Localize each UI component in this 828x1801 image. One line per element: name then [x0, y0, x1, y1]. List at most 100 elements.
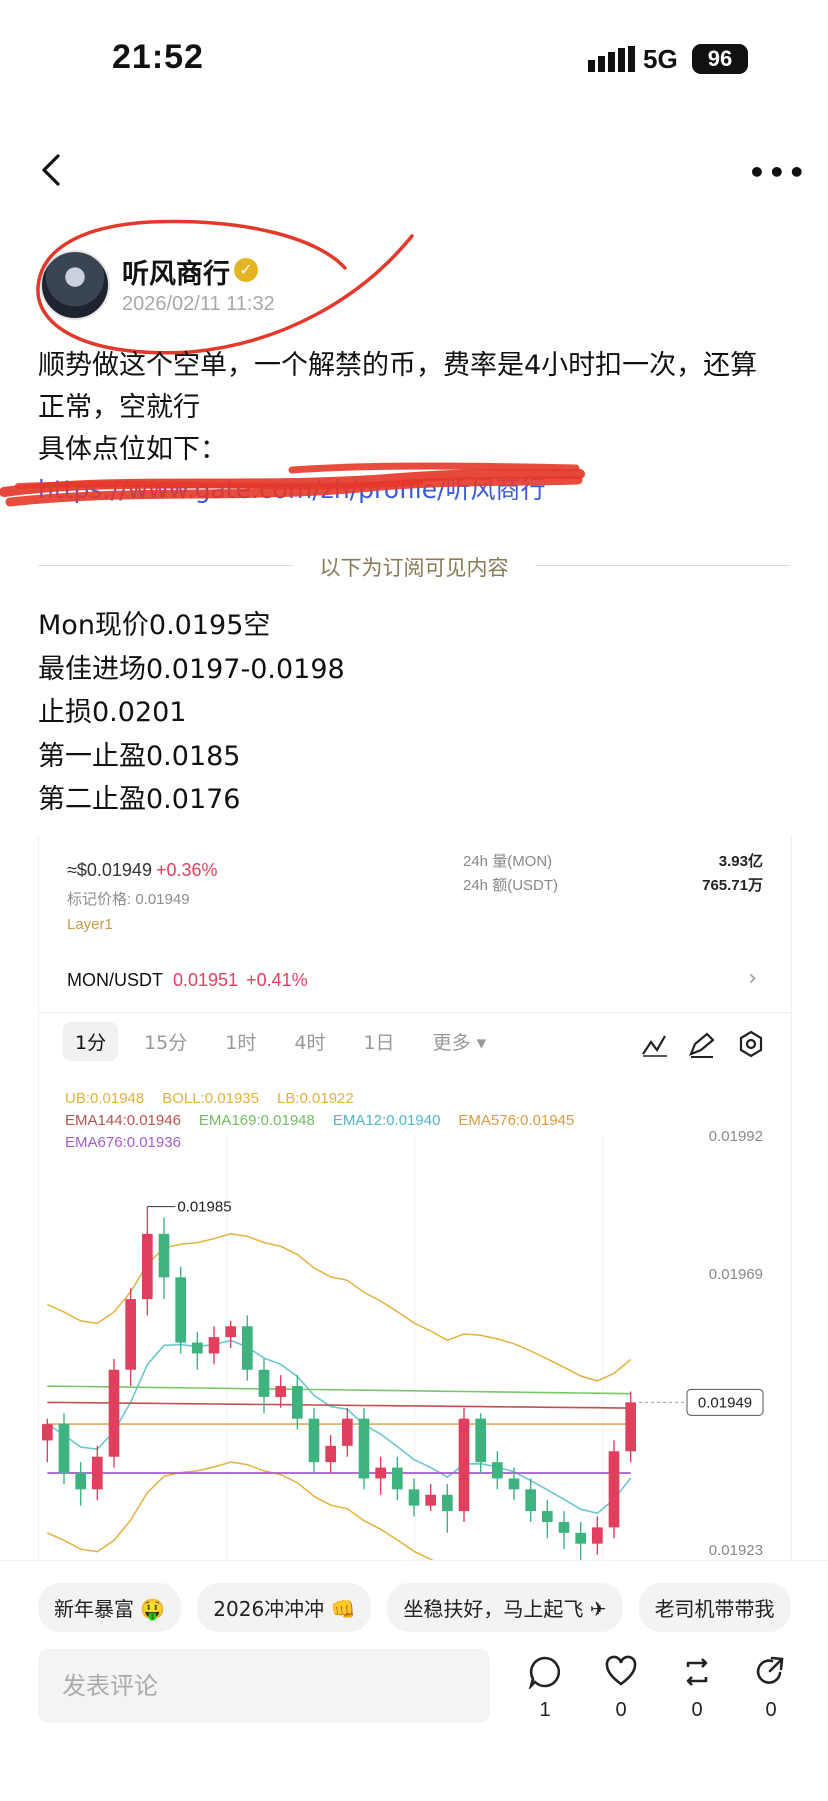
indicator-row: UB:0.01948 BOLL:0.01935 LB:0.01922 — [65, 1090, 372, 1107]
pair-change: +0.41% — [246, 970, 308, 990]
plan-line: 第一止盈0.0185 — [38, 740, 241, 772]
body-line: 正常，空就行 — [38, 392, 200, 423]
network-type: 5G — [643, 44, 678, 74]
plan-line: 第二止盈0.0176 — [38, 784, 241, 815]
indicator-value: EMA576:0.01945 — [458, 1112, 575, 1129]
chart-tools — [642, 1030, 763, 1058]
candle-body — [542, 1511, 553, 1522]
post-body: 顺势做这个空单，一个解禁的币，费率是4小时扣一次，还算 正常，空就行 具体点位如… — [38, 345, 798, 471]
candle-body — [575, 1532, 586, 1544]
author-name[interactable]: 听风商行 — [122, 252, 230, 291]
mark-price: 标记价格: 0.01949 — [67, 891, 190, 908]
candle-body — [358, 1418, 370, 1479]
tab-timeframe[interactable]: 1时 — [213, 1022, 268, 1061]
tab-timeframe[interactable]: 1分 — [63, 1022, 119, 1061]
quick-reply-chip[interactable]: 坐稳扶好，马上起飞 ✈ — [387, 1583, 623, 1632]
more-options-icon[interactable]: ••• — [748, 156, 806, 189]
candle-body — [92, 1456, 103, 1490]
comment-button[interactable]: 1 — [520, 1655, 570, 1722]
candle-body — [625, 1402, 636, 1452]
battery-icon: 96 — [692, 44, 748, 74]
subscriber-divider: 以下为订阅可见内容 — [38, 552, 790, 580]
candle-body — [342, 1418, 353, 1446]
draw-pencil-icon[interactable] — [689, 1032, 715, 1058]
candle-body — [592, 1527, 603, 1544]
candle-body — [58, 1424, 70, 1474]
comment-input-box[interactable] — [38, 1649, 506, 1723]
candle-body — [175, 1277, 186, 1343]
candle-body — [475, 1418, 486, 1463]
boll-lower-line — [46, 1461, 434, 1560]
verified-badge-icon: ✓ — [234, 258, 258, 282]
candle-body — [142, 1233, 153, 1300]
divider-line — [39, 1012, 791, 1013]
indicator-value: EMA12:0.01940 — [332, 1112, 441, 1129]
avatar[interactable] — [40, 250, 110, 320]
candle-body — [492, 1462, 503, 1479]
candle-body — [458, 1418, 470, 1512]
comment-input[interactable] — [38, 1649, 506, 1723]
quick-reply-chip[interactable]: 老司机带带我 — [638, 1583, 791, 1632]
back-arrow-icon[interactable] — [36, 150, 66, 190]
repost-icon — [686, 1658, 708, 1686]
stat-label: 24h 额(USDT) — [463, 877, 559, 894]
divider-line — [535, 565, 790, 566]
current-price-label: 0.01949 — [698, 1394, 752, 1411]
candle-body — [425, 1494, 436, 1506]
candle-body — [308, 1418, 320, 1463]
quick-reply-chip[interactable]: 新年暴富 🤑 — [38, 1583, 182, 1632]
stat-value: 765.71万 — [702, 877, 763, 894]
indicator-icon[interactable] — [642, 1035, 667, 1057]
candle-body — [242, 1326, 253, 1370]
indicator-value: EMA169:0.01948 — [198, 1112, 315, 1129]
status-time: 21:52 — [112, 38, 204, 76]
candle-body — [108, 1369, 120, 1457]
tab-timeframe[interactable]: 4时 — [282, 1022, 337, 1061]
stat-value: 3.93亿 — [718, 853, 763, 870]
indicator-row: EMA144:0.01946 EMA169:0.01948 EMA12:0.0194… — [65, 1112, 592, 1129]
candle-body — [125, 1299, 136, 1370]
bottom-bar: 新年暴富 🤑 2026冲冲冲 👊 坐稳扶好，马上起飞 ✈ 老司机带带我 1 0 0 0 — [0, 1560, 828, 1801]
repost-button[interactable]: 0 — [672, 1655, 722, 1722]
share-button[interactable]: 0 — [746, 1655, 796, 1722]
quick-reply-chip[interactable]: 2026冲冲冲 👊 — [197, 1583, 372, 1632]
body-line: 具体点位如下： — [38, 434, 227, 465]
usd-price: ≈$0.01949 +0.36% — [67, 860, 218, 880]
candle-body — [375, 1467, 386, 1479]
high-price-label: 0.01985 — [177, 1199, 231, 1216]
usd-change: +0.36% — [155, 860, 218, 880]
candle-body — [225, 1326, 236, 1338]
signal-icon — [588, 46, 635, 72]
tab-timeframe[interactable]: 15分 — [132, 1022, 199, 1061]
embedded-chart-screenshot[interactable]: ≈$0.01949 +0.36% 标记价格: 0.01949 Layer1 24h… — [38, 836, 792, 1560]
pair-name: MON/USDT — [67, 970, 163, 990]
plan-line: Mon现价0.0195空 — [38, 610, 271, 641]
candle-body — [525, 1489, 536, 1512]
candle-body — [508, 1478, 520, 1490]
tab-timeframe[interactable]: 1日 — [351, 1022, 406, 1061]
candle-body — [442, 1494, 453, 1512]
post-timestamp: 2026/02/11 11:32 — [122, 293, 275, 315]
pair-price: 0.01951 — [173, 970, 239, 990]
candlestick-chart[interactable]: 0.01985 0.01949 — [39, 1136, 791, 1560]
status-bar: 21:52 5G 96 — [0, 0, 828, 110]
comment-count: 1 — [539, 1699, 551, 1721]
like-button[interactable]: 0 — [596, 1655, 646, 1722]
timeframe-tabs: 1分 15分 1时 4时 1日 更多 ▾ — [63, 1022, 512, 1068]
stat-label: 24h 量(MON) — [463, 853, 553, 870]
repost-count: 0 — [691, 1699, 703, 1721]
candle-body — [42, 1424, 53, 1441]
candle-body — [275, 1386, 286, 1397]
chevron-right-icon[interactable]: › — [748, 966, 757, 991]
candle-body — [208, 1337, 220, 1354]
candle-body — [192, 1342, 203, 1354]
category-tag: Layer1 — [67, 916, 113, 933]
plan-line: 止损0.0201 — [38, 697, 187, 728]
share-icon — [756, 1656, 784, 1684]
profile-link[interactable]: https://www.gate.com/zh/profile/听风商行 — [38, 470, 546, 506]
indicator-value: LB:0.01922 — [276, 1090, 354, 1107]
settings-gear-icon[interactable] — [739, 1030, 763, 1058]
tab-more[interactable]: 更多 ▾ — [421, 1022, 499, 1061]
candle-body — [158, 1233, 170, 1278]
trade-plan: Mon现价0.0195空 最佳进场0.0197-0.0198 止损0.0201 … — [38, 604, 345, 822]
